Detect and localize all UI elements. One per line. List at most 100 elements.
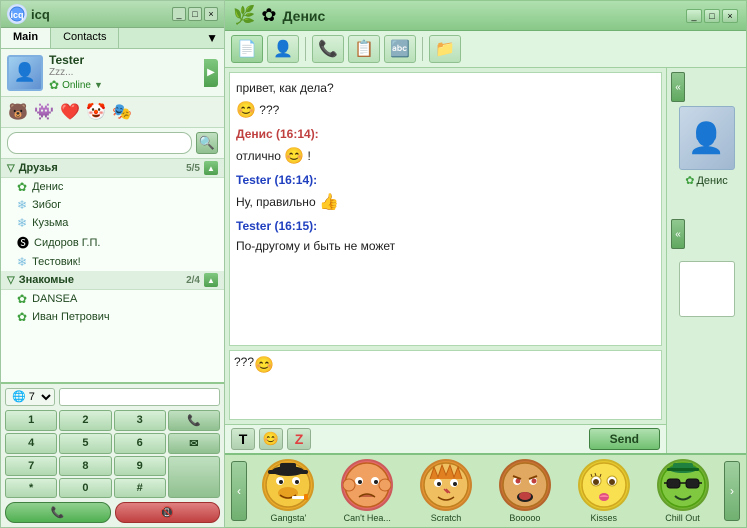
mood-icon-2[interactable]: 👾 bbox=[33, 101, 55, 123]
contact-sidorov[interactable]: 🅢 Сидоров Г.П. bbox=[1, 232, 224, 253]
msg-sender: Денис (16:14): bbox=[236, 127, 319, 141]
dial-0[interactable]: 0 bbox=[59, 478, 111, 498]
message-1: привет, как дела? bbox=[236, 79, 655, 97]
emoticon-chillout-face bbox=[657, 459, 709, 511]
search-button[interactable]: 🔍 bbox=[196, 132, 218, 154]
toolbar-separator-1 bbox=[305, 37, 306, 61]
group-friends-header[interactable]: ▽ Друзья 5/5 ▲ bbox=[1, 159, 224, 178]
toolbar-profile-button[interactable]: 👤 bbox=[267, 35, 299, 63]
dial-4[interactable]: 4 bbox=[5, 433, 57, 454]
side-flower-icon: ✿ bbox=[685, 174, 694, 187]
side-expand-button-2[interactable]: « bbox=[671, 219, 685, 249]
emoticon-chillout[interactable]: Chill Out bbox=[657, 459, 709, 523]
message-4: По-другому и быть не может bbox=[236, 237, 655, 255]
contact-kuzma[interactable]: ❄ Кузьма bbox=[1, 214, 224, 232]
country-select[interactable]: 🌐 7 ▼ bbox=[5, 388, 55, 406]
emoticon-prev-button[interactable]: ‹ bbox=[231, 461, 247, 521]
chat-minimize-button[interactable]: _ bbox=[686, 9, 702, 23]
group-acquaintances-scroll[interactable]: ▲ bbox=[204, 273, 218, 287]
msg-text: По-другому и быть не может bbox=[236, 239, 395, 253]
msg-text: ! bbox=[308, 149, 311, 163]
phone-input[interactable] bbox=[59, 388, 220, 406]
my-profile: 👤 Tester Zzz... ✿ Online ▼ ▶ bbox=[1, 49, 224, 97]
call-button[interactable]: 📞 bbox=[5, 502, 111, 523]
emoticon-next-button[interactable]: › bbox=[724, 461, 740, 521]
group-friends-arrow: ▽ bbox=[7, 163, 15, 174]
contact-dansea[interactable]: ✿ DANSEA bbox=[1, 290, 224, 308]
maximize-button[interactable]: □ bbox=[188, 7, 202, 21]
contact-ivan[interactable]: ✿ Иван Петрович bbox=[1, 308, 224, 326]
contact-name: Денис bbox=[32, 181, 63, 193]
dial-2[interactable]: 2 bbox=[59, 410, 111, 431]
side-profile-lower-panel bbox=[679, 261, 735, 317]
dial-6[interactable]: 6 bbox=[114, 433, 166, 454]
dial-1[interactable]: 1 bbox=[5, 410, 57, 431]
app-title: icq bbox=[31, 7, 50, 22]
dialer-section: 🌐 7 ▼ 1 2 3 📞 4 5 6 ✉ 7 8 9 * 0 # 📞 📵 bbox=[1, 382, 224, 527]
mood-icon-3[interactable]: ❤️ bbox=[59, 101, 81, 123]
msg-text: отлично bbox=[236, 149, 284, 163]
toolbar-file-button[interactable]: 📁 bbox=[429, 35, 461, 63]
contact-denis[interactable]: ✿ Денис bbox=[1, 178, 224, 196]
tab-main[interactable]: Main bbox=[1, 28, 51, 48]
dial-hash[interactable]: # bbox=[114, 478, 166, 498]
toolbar-new-button[interactable]: 📄 bbox=[231, 35, 263, 63]
message-emoji-1: 😊 ??? bbox=[236, 99, 655, 123]
toolbar-history-button[interactable]: 📋 bbox=[348, 35, 380, 63]
emoticon-scratch[interactable]: Scratch bbox=[420, 459, 472, 523]
side-expand-button[interactable]: « bbox=[671, 72, 685, 102]
group-acquaintances-header[interactable]: ▽ Знакомые 2/4 ▲ bbox=[1, 271, 224, 290]
input-text-prefix: ??? bbox=[234, 355, 254, 369]
message-3: Ну, правильно 👍 bbox=[236, 191, 655, 215]
hangup-button[interactable]: 📵 bbox=[115, 502, 221, 523]
dial-icon-1[interactable]: 📞 bbox=[168, 410, 220, 431]
emoticon-kisses[interactable]: Kisses bbox=[578, 459, 630, 523]
contact-flower-icon: ✿ bbox=[17, 292, 27, 306]
search-input[interactable] bbox=[7, 132, 192, 154]
format-text-button[interactable]: T bbox=[231, 428, 255, 450]
dialer-grid: 1 2 3 📞 4 5 6 ✉ 7 8 9 * 0 # bbox=[5, 410, 220, 498]
contact-testovic[interactable]: ❄ Тестовик! bbox=[1, 253, 224, 271]
contact-zibog[interactable]: ❄ Зибог bbox=[1, 196, 224, 214]
emoticon-panel: ‹ bbox=[225, 453, 746, 527]
profile-expand-button[interactable]: ▶ bbox=[204, 59, 218, 87]
minimize-button[interactable]: _ bbox=[172, 7, 186, 21]
dial-icon-3[interactable] bbox=[168, 456, 220, 498]
mood-icon-1[interactable]: 🐻 bbox=[7, 101, 29, 123]
dial-3[interactable]: 3 bbox=[114, 410, 166, 431]
messages-scroll[interactable]: привет, как дела? 😊 ??? Денис (16:14): о… bbox=[229, 72, 662, 346]
format-z-button[interactable]: Z bbox=[287, 428, 311, 450]
toolbar-call-button[interactable]: 📞 bbox=[312, 35, 344, 63]
send-button[interactable]: Send bbox=[589, 428, 660, 450]
status-dropdown-icon[interactable]: ▼ bbox=[94, 80, 103, 90]
toolbar-separator-2 bbox=[422, 37, 423, 61]
dial-icon-2[interactable]: ✉ bbox=[168, 433, 220, 454]
chat-close-button[interactable]: × bbox=[722, 9, 738, 23]
mood-icon-5[interactable]: 🎭 bbox=[111, 101, 133, 123]
chat-body: привет, как дела? 😊 ??? Денис (16:14): о… bbox=[225, 68, 746, 453]
group-friends-scroll[interactable]: ▲ bbox=[204, 161, 218, 175]
dial-8[interactable]: 8 bbox=[59, 456, 111, 476]
dial-star[interactable]: * bbox=[5, 478, 57, 498]
tab-contacts[interactable]: Contacts bbox=[51, 28, 119, 48]
tab-arrow[interactable]: ▼ bbox=[200, 28, 224, 48]
mood-icon-4[interactable]: 🤡 bbox=[85, 101, 107, 123]
chat-input-field[interactable] bbox=[274, 355, 657, 415]
message-4-sender: Tester (16:15): bbox=[236, 217, 655, 235]
emoticon-scratch-label: Scratch bbox=[431, 513, 462, 523]
emoticon-canthear[interactable]: Can't Hea... bbox=[341, 459, 393, 523]
dial-5[interactable]: 5 bbox=[59, 433, 111, 454]
contact-name: Сидоров Г.П. bbox=[34, 237, 100, 249]
toolbar-font-button[interactable]: 🔤 bbox=[384, 35, 416, 63]
format-emoji-button[interactable]: 😊 bbox=[259, 428, 283, 450]
chat-maximize-button[interactable]: □ bbox=[704, 9, 720, 23]
msg-text: Ну, правильно bbox=[236, 195, 319, 209]
contact-name: Зибог bbox=[32, 199, 61, 211]
emoticon-booooo[interactable]: Booooo bbox=[499, 459, 551, 523]
close-button[interactable]: × bbox=[204, 7, 218, 21]
emoticon-gangsta-face bbox=[262, 459, 314, 511]
emoticon-gangsta[interactable]: Gangsta' bbox=[262, 459, 314, 523]
dial-7[interactable]: 7 bbox=[5, 456, 57, 476]
chat-titlebar: 🌿 ✿ Денис _ □ × bbox=[225, 1, 746, 31]
dial-9[interactable]: 9 bbox=[114, 456, 166, 476]
